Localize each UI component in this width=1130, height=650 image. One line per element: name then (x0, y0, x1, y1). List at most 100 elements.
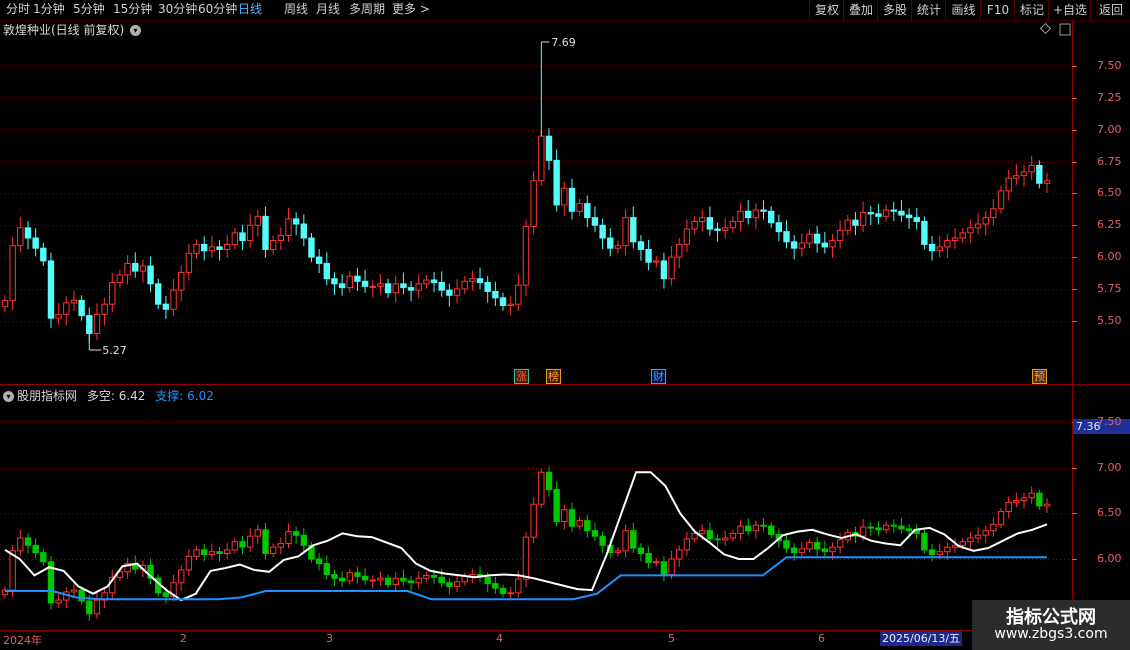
indicator-candle-body (614, 550, 622, 554)
candle-body (499, 297, 507, 306)
candle-body (262, 215, 269, 250)
candle-body (407, 287, 415, 291)
candle-body (331, 278, 338, 285)
candle-body (201, 243, 208, 252)
indicator-candle-body (185, 555, 193, 571)
indicator-candle-body (974, 534, 982, 539)
indicator-candle-body (737, 525, 744, 534)
candle-body (223, 243, 231, 250)
indicator-candle-body (438, 576, 445, 584)
candle-body (699, 217, 706, 222)
y-tick-main: 5.50 (1097, 314, 1122, 327)
candle-body (1036, 164, 1043, 184)
indicator-candle-body (193, 549, 200, 557)
indicator-candle-body (921, 532, 928, 551)
indicator-candle-body (584, 520, 591, 532)
indicator-candle-body (936, 551, 943, 555)
indicator-candle-body (55, 599, 62, 604)
indicator-candle-body (875, 527, 882, 531)
indicator-candle-body (622, 530, 629, 552)
candle-body (683, 228, 691, 245)
candle-body (928, 243, 936, 252)
candle-body (691, 220, 698, 230)
candle-body (607, 237, 614, 249)
dropdown-icon[interactable]: ▾ (130, 25, 142, 36)
candle-body (859, 212, 867, 226)
y-tick-main: 6.00 (1097, 250, 1122, 263)
candle-body (124, 262, 131, 276)
candle-body (446, 289, 453, 296)
indicator-candle-body (867, 526, 874, 529)
candle-body (1043, 180, 1051, 184)
y-tick-indicator: 7.00 (1097, 461, 1122, 474)
indicator-candle-body (790, 547, 798, 554)
y-tick-main: 6.75 (1097, 155, 1122, 168)
indicator-candle-body (216, 551, 223, 555)
candle-body (239, 232, 246, 242)
indicator-candle-body (553, 489, 560, 523)
candle-body (1020, 171, 1028, 177)
candle-body (354, 275, 361, 282)
candle-body (515, 284, 522, 305)
high-label: 7.69 (551, 36, 576, 49)
candle-body (790, 241, 798, 249)
candle-body (55, 313, 62, 319)
candle-body (737, 210, 744, 222)
candle-body (951, 237, 959, 242)
indicator-candle-body (1013, 500, 1020, 503)
window-icon (1059, 23, 1071, 36)
indicator-candle-body (767, 525, 775, 535)
indicator-candle-body (269, 546, 277, 555)
indicator-candle-body (484, 576, 491, 585)
candle-body (944, 240, 951, 248)
indicator-candle-body (231, 541, 239, 551)
candle-body (377, 283, 384, 287)
event-marker: 财 (651, 369, 666, 384)
candle-body (722, 227, 729, 231)
candle-body (752, 209, 760, 219)
indicator-panel-title[interactable]: ▾ 股朋指标网 多空: 6.42 支撑: 6.02 (3, 387, 214, 404)
candle-body (116, 274, 124, 284)
indicator-candle-body (706, 530, 714, 540)
candle-body (47, 260, 55, 319)
indicator-candle-body (699, 530, 706, 534)
candle-body (78, 299, 85, 317)
support-label: 支撑: (155, 389, 184, 403)
indicator-candle-body (346, 572, 353, 582)
stock-title: 敦煌种业(日线 前复权) (3, 23, 125, 37)
indicator-candle-body (223, 549, 231, 555)
candle-body (254, 215, 262, 226)
x-tick-label: 5 (668, 632, 675, 645)
indicator-candle-body (653, 561, 660, 564)
duokong-label: 多空: (86, 389, 115, 403)
indicator-candle-body (997, 511, 1005, 525)
event-marker: 涨 (514, 369, 529, 384)
indicator-candle-body (93, 599, 101, 615)
indicator-candle-body (24, 537, 32, 546)
indicator-candle-body (361, 575, 369, 581)
x-tick-label: 6 (818, 632, 825, 645)
cursor-date: 2025/06/13/五 (880, 631, 963, 646)
indicator-candle-body (32, 544, 39, 554)
indicator-candle-body (415, 577, 422, 584)
indicator-candle-body (492, 583, 499, 589)
watermark: 指标公式网 www.zbgs3.com (972, 600, 1130, 650)
candle-body (147, 265, 154, 285)
candle-body (461, 280, 468, 290)
indicator-candle-body (354, 572, 361, 577)
dropdown-icon[interactable]: ▾ (3, 391, 14, 402)
indicator-candle-body (545, 471, 553, 491)
candle-body (568, 187, 576, 212)
candle-body (492, 290, 499, 299)
candle-body (668, 256, 675, 280)
indicator-candle-body (254, 529, 262, 537)
indicator-candle-body (905, 528, 913, 532)
indicator-candle-body (400, 577, 407, 582)
main-panel-title[interactable]: 敦煌种业(日线 前复权) ▾ (3, 21, 142, 38)
indicator-candle-body (208, 551, 216, 555)
candle-body (400, 283, 407, 289)
candle-body (469, 278, 476, 282)
indicator-candle-body (162, 592, 170, 597)
indicator-candle-body (691, 532, 698, 540)
indicator-candle-body (599, 535, 606, 546)
